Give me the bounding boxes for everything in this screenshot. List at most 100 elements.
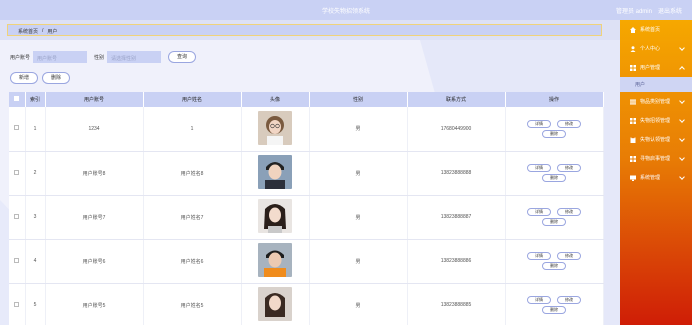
search-bar: 用户账号 用户账号 性别 请选择性别 查询 bbox=[10, 51, 197, 63]
row-name: 用户姓名8 bbox=[143, 151, 242, 196]
app-title: 学校失物招领系统 bbox=[321, 9, 370, 15]
row-actions: 详情 修改 删除 bbox=[505, 283, 604, 325]
row-checkbox[interactable] bbox=[9, 239, 26, 284]
row-account: 用户账号5 bbox=[45, 283, 144, 325]
sidebar-item-lost-found[interactable]: 失物招领管理 bbox=[620, 111, 692, 130]
row-gender: 男 bbox=[309, 151, 408, 196]
row-gender: 男 bbox=[309, 283, 408, 325]
chevron-down-icon bbox=[679, 45, 685, 51]
row-delete-button[interactable]: 删除 bbox=[542, 218, 566, 226]
add-button[interactable]: 新增 bbox=[10, 72, 38, 84]
col-index: 索引 bbox=[25, 92, 46, 107]
chevron-down-icon bbox=[679, 98, 685, 104]
sidebar: 系统首页 个人中心 用户管理 用户 物品类别管理 失物招领管理 失物认领管理 寻… bbox=[620, 20, 692, 325]
sidebar-item-label: 失物认领管理 bbox=[640, 137, 671, 143]
col-name: 用户姓名 bbox=[143, 92, 242, 107]
grid-icon bbox=[630, 64, 636, 71]
home-icon bbox=[630, 26, 636, 33]
current-user: 管理员 admin bbox=[615, 9, 652, 15]
sidebar-item-user-management[interactable]: 用户管理 bbox=[620, 58, 692, 77]
chevron-down-icon bbox=[679, 136, 685, 142]
row-delete-button[interactable]: 删除 bbox=[542, 306, 566, 314]
avatar-photo bbox=[258, 287, 292, 321]
sidebar-item-home[interactable]: 系统首页 bbox=[620, 20, 692, 39]
top-bar: 学校失物招领系统 管理员 admin 退出系统 bbox=[0, 0, 692, 20]
sidebar-item-profile[interactable]: 个人中心 bbox=[620, 39, 692, 58]
edit-button[interactable]: 修改 bbox=[557, 164, 581, 172]
user-icon bbox=[630, 45, 636, 52]
row-phone: 13823888886 bbox=[407, 239, 506, 284]
sidebar-item-label: 寻物启事管理 bbox=[640, 156, 671, 162]
row-actions: 详情 修改 删除 bbox=[505, 107, 604, 152]
row-checkbox[interactable] bbox=[9, 195, 26, 240]
row-phone: 13823888888 bbox=[407, 151, 506, 196]
row-checkbox[interactable] bbox=[9, 283, 26, 325]
row-index: 1 bbox=[25, 107, 46, 152]
monitor-icon bbox=[630, 175, 636, 181]
row-avatar-cell bbox=[241, 283, 310, 325]
row-delete-button[interactable]: 删除 bbox=[542, 129, 566, 138]
row-account: 用户账号7 bbox=[45, 195, 144, 240]
sidebar-item-category[interactable]: 物品类别管理 bbox=[620, 92, 692, 111]
row-index: 4 bbox=[25, 239, 46, 284]
row-phone: 17680449900 bbox=[407, 107, 506, 152]
row-delete-button[interactable]: 删除 bbox=[542, 174, 566, 182]
table-row: 1 1234 1 男 17680449900 详情 修改 删除 bbox=[9, 107, 604, 152]
detail-button[interactable]: 详情 bbox=[527, 252, 551, 260]
row-name: 1 bbox=[143, 107, 242, 152]
gender-select[interactable]: 请选择性别 bbox=[107, 51, 162, 63]
sidebar-item-system[interactable]: 系统管理 bbox=[620, 168, 692, 187]
row-account: 1234 bbox=[45, 107, 144, 152]
sidebar-item-label: 物品类别管理 bbox=[640, 99, 671, 105]
avatar-photo bbox=[258, 243, 292, 277]
row-avatar-cell bbox=[241, 195, 310, 240]
breadcrumb-home[interactable]: 系统首页 bbox=[18, 28, 38, 35]
account-label: 用户账号 bbox=[10, 54, 31, 61]
query-button[interactable]: 查询 bbox=[168, 51, 197, 63]
account-input[interactable]: 用户账号 bbox=[33, 51, 88, 63]
table-row: 5 用户账号5 用户姓名5 男 13823888885 详情 修改 删除 bbox=[9, 283, 604, 325]
edit-button[interactable]: 修改 bbox=[557, 119, 581, 128]
sidebar-item-lost-notice[interactable]: 寻物启事管理 bbox=[620, 149, 692, 168]
edit-button[interactable]: 修改 bbox=[557, 252, 581, 260]
col-phone: 联系方式 bbox=[407, 92, 506, 107]
table-row: 3 用户账号7 用户姓名7 男 13823888887 详情 修改 删除 bbox=[9, 195, 604, 240]
row-delete-button[interactable]: 删除 bbox=[542, 262, 566, 270]
row-gender: 男 bbox=[309, 107, 408, 152]
list-icon bbox=[630, 99, 636, 105]
row-checkbox[interactable] bbox=[9, 107, 26, 152]
chevron-down-icon bbox=[679, 117, 685, 123]
delete-button[interactable]: 删除 bbox=[42, 72, 70, 84]
sidebar-item-label: 个人中心 bbox=[640, 46, 661, 52]
detail-button[interactable]: 详情 bbox=[527, 119, 551, 128]
detail-button[interactable]: 详情 bbox=[527, 208, 551, 216]
row-account: 用户账号8 bbox=[45, 151, 144, 196]
chevron-down-icon bbox=[679, 174, 685, 180]
sidebar-subitem-users[interactable]: 用户 bbox=[620, 77, 692, 92]
detail-button[interactable]: 详情 bbox=[527, 164, 551, 172]
row-avatar-cell bbox=[241, 151, 310, 196]
row-name: 用户姓名6 bbox=[143, 239, 242, 284]
row-name: 用户姓名5 bbox=[143, 283, 242, 325]
sidebar-item-claim[interactable]: 失物认领管理 bbox=[620, 130, 692, 149]
edit-button[interactable]: 修改 bbox=[557, 296, 581, 304]
edit-button[interactable]: 修改 bbox=[557, 208, 581, 216]
row-avatar-cell bbox=[241, 239, 310, 284]
row-avatar-cell bbox=[241, 107, 310, 152]
row-checkbox[interactable] bbox=[9, 151, 26, 196]
detail-button[interactable]: 详情 bbox=[527, 296, 551, 304]
table-row: 4 用户账号6 用户姓名6 男 13823888886 详情 修改 删除 bbox=[9, 239, 604, 284]
logout-link[interactable]: 退出系统 bbox=[658, 6, 682, 15]
grid-icon bbox=[630, 155, 636, 162]
table-header: 索引 用户账号 用户姓名 头像 性别 联系方式 操作 bbox=[9, 92, 604, 107]
row-actions: 详情 修改 删除 bbox=[505, 239, 604, 284]
sidebar-item-label: 系统首页 bbox=[640, 27, 661, 33]
row-index: 3 bbox=[25, 195, 46, 240]
avatar-photo bbox=[258, 155, 292, 189]
select-all-checkbox[interactable] bbox=[9, 92, 26, 107]
row-phone: 13823888887 bbox=[407, 195, 506, 240]
row-actions: 详情 修改 删除 bbox=[505, 151, 604, 196]
row-name: 用户姓名7 bbox=[143, 195, 242, 240]
table-row: 2 用户账号8 用户姓名8 男 13823888888 详情 修改 删除 bbox=[9, 151, 604, 196]
grid-icon bbox=[630, 117, 636, 124]
